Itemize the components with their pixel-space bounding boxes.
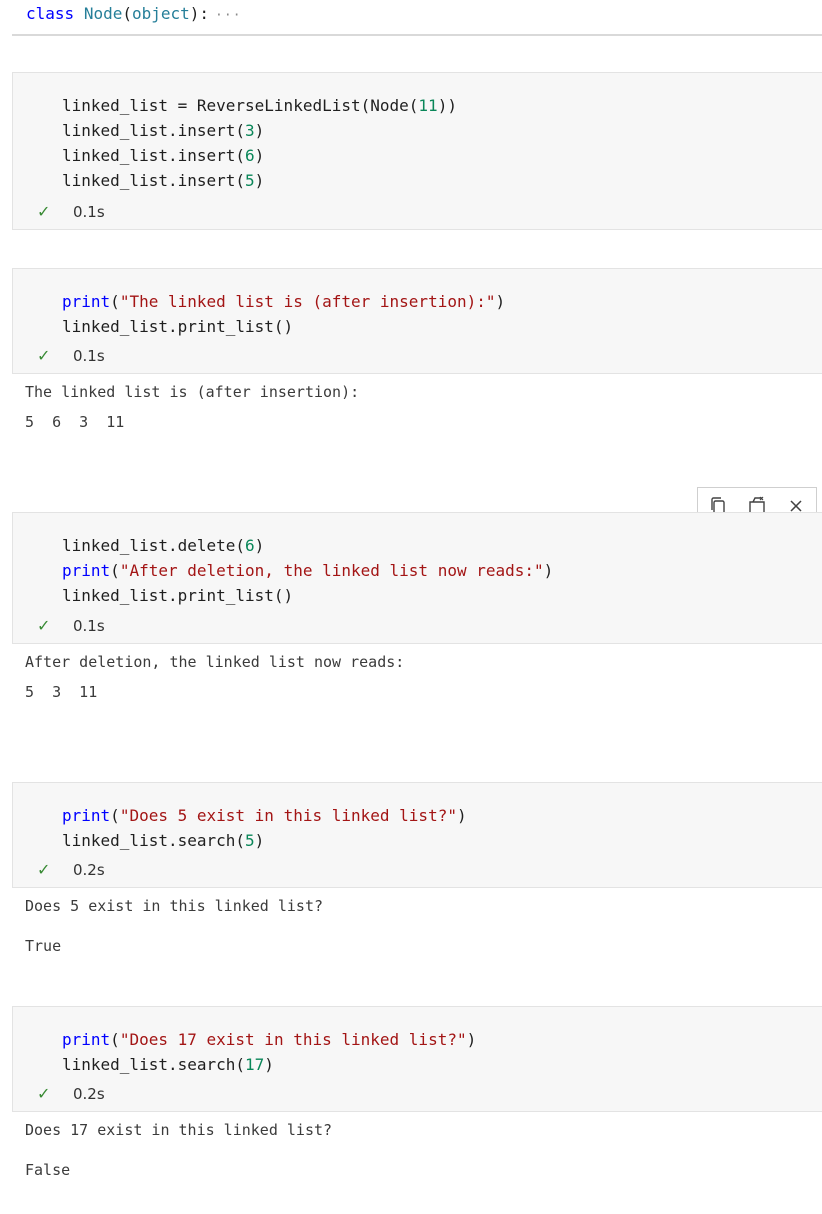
execution-time: 0.2s (73, 860, 105, 879)
code-token: 11 (418, 96, 438, 115)
code-token: ) (254, 121, 265, 140)
code-line: print("After deletion, the linked list n… (62, 558, 553, 583)
execution-status: ✓ 0.2s (37, 1084, 105, 1103)
code-token: linked_list.search( (62, 831, 246, 850)
cell-output-line: 5 3 11 (25, 683, 98, 701)
execution-status: ✓ 0.1s (37, 616, 105, 635)
code-token: linked_list.print_list() (62, 586, 294, 605)
code-line: print("Does 17 exist in this linked list… (62, 1027, 476, 1052)
checkmark-icon: ✓ (37, 616, 51, 635)
cell-source[interactable]: print("The linked list is (after inserti… (62, 289, 505, 339)
checkmark-icon: ✓ (37, 346, 51, 365)
code-token: print (62, 292, 111, 311)
code-line: print("The linked list is (after inserti… (62, 289, 505, 314)
code-line: linked_list.insert(5) (62, 168, 457, 193)
code-cell[interactable]: linked_list.delete(6) print("After deleti… (12, 512, 822, 644)
code-token: ( (110, 292, 120, 311)
code-token: ) (495, 292, 506, 311)
collapsed-code-cell[interactable]: class Node(object): ··· (12, 0, 822, 36)
code-token: ) (254, 171, 265, 190)
code-token: "The linked list is (after insertion):" (119, 292, 496, 311)
code-line: linked_list.insert(6) (62, 143, 457, 168)
code-token: ( (110, 561, 120, 580)
execution-time: 0.1s (73, 202, 105, 221)
code-token: 5 (245, 831, 255, 850)
code-token: print (62, 1030, 111, 1049)
code-token: )) (437, 96, 457, 115)
code-line: linked_list.delete(6) (62, 533, 553, 558)
code-token: linked_list.insert( (62, 121, 246, 140)
cell-source[interactable]: print("Does 17 exist in this linked list… (62, 1027, 476, 1077)
collapsed-code: class Node(object): ··· (26, 4, 242, 26)
code-token: linked_list = ReverseLinkedList(Node( (62, 96, 419, 115)
cell-source[interactable]: print("Does 5 exist in this linked list?… (62, 803, 467, 853)
cell-source[interactable]: linked_list = ReverseLinkedList(Node(11)… (62, 93, 457, 193)
code-keyword: class (26, 4, 75, 23)
code-token: "After deletion, the linked list now rea… (119, 561, 544, 580)
notebook: class Node(object): ··· linked_list = Rev… (0, 0, 822, 1214)
code-cell[interactable]: print("Does 17 exist in this linked list… (12, 1006, 822, 1112)
code-token: ) (254, 146, 265, 165)
code-cell[interactable]: print("The linked list is (after inserti… (12, 268, 822, 374)
code-token: ) (254, 831, 265, 850)
cell-output-line: Does 5 exist in this linked list? (25, 897, 324, 915)
code-line: linked_list = ReverseLinkedList(Node(11)… (62, 93, 457, 118)
cell-source[interactable]: linked_list.delete(6) print("After deleti… (62, 533, 553, 608)
checkmark-icon: ✓ (37, 202, 51, 221)
code-base-class: object (131, 4, 190, 23)
code-line: linked_list.search(17) (62, 1052, 476, 1077)
checkmark-icon: ✓ (37, 860, 51, 879)
checkmark-icon: ✓ (37, 1084, 51, 1103)
code-token: ) (466, 1030, 477, 1049)
code-token: ( (110, 806, 120, 825)
code-token: ) (456, 806, 467, 825)
code-token: 3 (245, 121, 255, 140)
code-token: ) (264, 1055, 274, 1074)
code-line: linked_list.print_list() (62, 314, 505, 339)
code-cell[interactable]: linked_list = ReverseLinkedList(Node(11)… (12, 72, 822, 230)
code-token: 5 (245, 171, 255, 190)
cell-output-line: False (25, 1161, 71, 1179)
code-token: ( (110, 1030, 120, 1049)
cell-output-line: True (25, 937, 62, 955)
code-line: print("Does 5 exist in this linked list?… (62, 803, 467, 828)
execution-time: 0.1s (73, 346, 105, 365)
cell-output-line: Does 17 exist in this linked list? (25, 1121, 333, 1139)
code-token: linked_list.search( (62, 1055, 246, 1074)
code-token: linked_list.insert( (62, 146, 246, 165)
code-class-name: Node (83, 4, 123, 23)
code-token: 6 (245, 536, 255, 555)
code-token: ) (254, 536, 265, 555)
code-token: ) (543, 561, 554, 580)
code-token: 17 (245, 1055, 265, 1074)
code-token: linked_list.delete( (62, 536, 246, 555)
cell-output-line: After deletion, the linked list now read… (25, 653, 405, 671)
execution-time: 0.2s (73, 1084, 105, 1103)
execution-time: 0.1s (73, 616, 105, 635)
code-token: ( (122, 4, 132, 23)
code-token: 6 (245, 146, 255, 165)
cell-output-line: 5 6 3 11 (25, 413, 125, 431)
code-token: linked_list.insert( (62, 171, 246, 190)
execution-status: ✓ 0.1s (37, 202, 105, 221)
code-token: "Does 17 exist in this linked list?" (119, 1030, 467, 1049)
code-line: linked_list.insert(3) (62, 118, 457, 143)
execution-status: ✓ 0.1s (37, 346, 105, 365)
code-token: ): (189, 4, 210, 23)
execution-status: ✓ 0.2s (37, 860, 105, 879)
expand-ellipsis-icon[interactable]: ··· (215, 8, 241, 23)
code-line: linked_list.search(5) (62, 828, 467, 853)
code-token: print (62, 561, 111, 580)
code-token: print (62, 806, 111, 825)
code-cell[interactable]: print("Does 5 exist in this linked list?… (12, 782, 822, 888)
cell-output-line: The linked list is (after insertion): (25, 383, 360, 401)
code-token: "Does 5 exist in this linked list?" (119, 806, 457, 825)
code-token: linked_list.print_list() (62, 317, 294, 336)
code-line: linked_list.print_list() (62, 583, 553, 608)
